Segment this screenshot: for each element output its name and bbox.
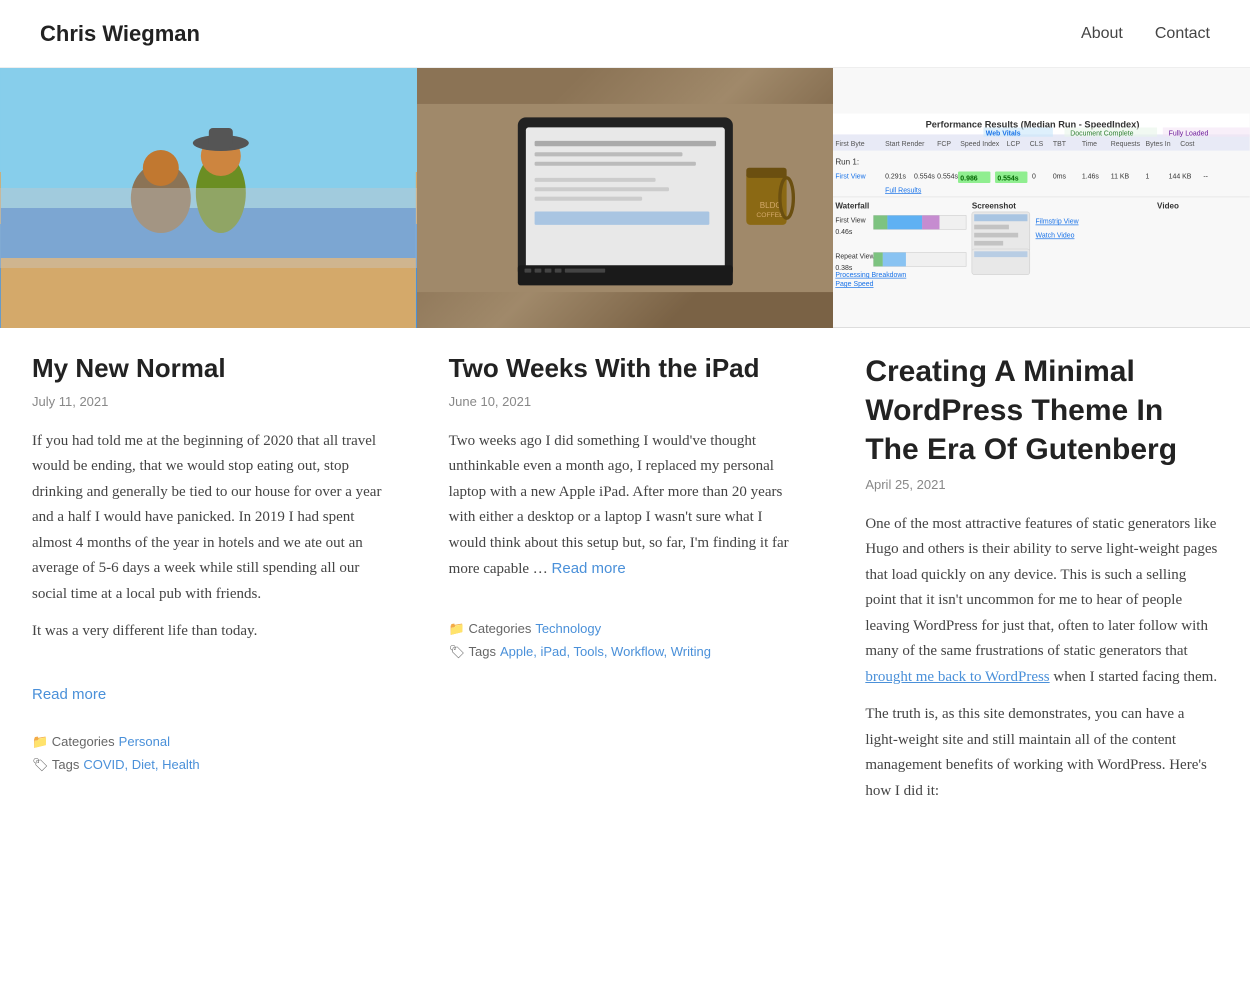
article-1-categories-value: Personal xyxy=(119,732,170,753)
article-image-perf: Performance Results (Median Run - SpeedI… xyxy=(833,68,1250,328)
svg-text:Watch Video: Watch Video xyxy=(1036,233,1075,240)
article-1-categories-label: 📁 Categories xyxy=(32,732,115,753)
svg-text:0.291s: 0.291s xyxy=(885,174,906,181)
svg-text:Fully Loaded: Fully Loaded xyxy=(1169,131,1209,138)
svg-text:11 KB: 11 KB xyxy=(1111,174,1130,181)
svg-text:Waterfall: Waterfall xyxy=(836,202,870,211)
article-2-categories-label: 📁 Categories xyxy=(449,619,532,640)
svg-text:Time: Time xyxy=(1082,141,1097,148)
article-2-excerpt: Two weeks ago I did something I would've… xyxy=(449,429,802,583)
article-2-title: Two Weeks With the iPad xyxy=(449,352,802,386)
article-my-new-normal: My New Normal July 11, 2021 If you had t… xyxy=(0,68,417,832)
svg-text:TBT: TBT xyxy=(1053,141,1067,148)
article-1-title: My New Normal xyxy=(32,352,385,386)
article-1-excerpt-1: If you had told me at the beginning of 2… xyxy=(32,429,385,608)
article-3-date: April 25, 2021 xyxy=(865,475,1218,496)
articles-grid: My New Normal July 11, 2021 If you had t… xyxy=(0,68,1250,832)
article-1-date: July 11, 2021 xyxy=(32,392,385,413)
svg-text:0ms: 0ms xyxy=(1053,174,1067,181)
svg-text:0.554s: 0.554s xyxy=(914,174,935,181)
article-2-categories-value: Technology xyxy=(535,619,601,640)
svg-text:Filmstrip View: Filmstrip View xyxy=(1036,219,1080,226)
svg-text:COFFEE: COFFEE xyxy=(756,212,784,219)
svg-text:Video: Video xyxy=(1157,202,1179,211)
article-2-tags-label: 🏷 Tags xyxy=(449,642,496,663)
svg-text:Speed Index: Speed Index xyxy=(961,141,1000,148)
svg-text:Page Speed: Page Speed xyxy=(836,281,874,288)
article-wordpress-theme: Performance Results (Median Run - SpeedI… xyxy=(833,68,1250,832)
main-nav: About Contact xyxy=(1081,21,1210,47)
svg-text:LCP: LCP xyxy=(1007,141,1021,148)
article-2-tags-value: Apple, iPad, Tools, Workflow, Writing xyxy=(500,642,711,663)
svg-text:0.554s: 0.554s xyxy=(937,174,958,181)
article-2-categories-row: 📁 Categories Technology xyxy=(449,619,802,640)
svg-text:Processing Breakdown: Processing Breakdown xyxy=(836,272,907,279)
article-image-ipad: BLDG COFFEE xyxy=(417,68,834,328)
svg-text:144 KB: 144 KB xyxy=(1169,174,1192,181)
article-1-excerpt-2: It was a very different life than today. xyxy=(32,619,385,645)
svg-text:Full Results: Full Results xyxy=(885,187,922,194)
article-2-tags-row: 🏷 Tags Apple, iPad, Tools, Workflow, Wri… xyxy=(449,642,802,663)
svg-text:Requests: Requests xyxy=(1111,141,1141,148)
svg-text:First Byte: First Byte xyxy=(836,141,865,148)
svg-text:First View: First View xyxy=(836,174,867,181)
article-1-tags-row: 🏷 Tags COVID, Diet, Health xyxy=(32,755,385,776)
article-1-tags-label: 🏷 Tags xyxy=(32,755,79,776)
article-3-excerpt-3: The truth is, as this site demonstrates,… xyxy=(865,702,1218,804)
svg-text:--: -- xyxy=(1204,174,1209,181)
article-image-beach xyxy=(0,68,417,328)
article-3-title: Creating A Minimal WordPress Theme In Th… xyxy=(865,352,1218,469)
article-2-footer: 📁 Categories Technology 🏷 Tags Apple, iP… xyxy=(417,611,834,685)
article-3-inline-link[interactable]: brought me back to WordPress xyxy=(865,669,1049,685)
article-2-read-more[interactable]: Read more xyxy=(552,560,626,577)
article-3-body: Creating A Minimal WordPress Theme In Th… xyxy=(833,328,1250,832)
svg-text:Cost: Cost xyxy=(1181,141,1195,148)
svg-text:CLS: CLS xyxy=(1030,141,1044,148)
svg-text:Web Vitals: Web Vitals xyxy=(986,131,1021,138)
article-2-body: Two Weeks With the iPad June 10, 2021 Tw… xyxy=(417,328,834,611)
svg-text:Screenshot: Screenshot xyxy=(972,202,1016,211)
svg-text:0.554s: 0.554s xyxy=(998,176,1019,183)
article-1-footer: 📁 Categories Personal 🏷 Tags COVID, Diet… xyxy=(0,724,417,798)
svg-text:Start Render: Start Render xyxy=(885,141,925,148)
svg-text:Bytes In: Bytes In xyxy=(1146,141,1171,148)
article-1-read-more[interactable]: Read more xyxy=(32,686,106,703)
svg-text:Run 1:: Run 1: xyxy=(836,158,860,167)
svg-text:0.46s: 0.46s xyxy=(836,229,854,236)
svg-text:First View: First View xyxy=(836,218,867,225)
svg-text:FCP: FCP xyxy=(937,141,951,148)
svg-text:1: 1 xyxy=(1146,174,1150,181)
nav-contact[interactable]: Contact xyxy=(1155,21,1210,47)
svg-text:Document Complete: Document Complete xyxy=(1071,131,1134,138)
svg-text:0.986: 0.986 xyxy=(961,176,979,183)
svg-text:0: 0 xyxy=(1032,174,1036,181)
article-1-body: My New Normal July 11, 2021 If you had t… xyxy=(0,328,417,724)
article-1-tags-value: COVID, Diet, Health xyxy=(83,755,199,776)
article-2-date: June 10, 2021 xyxy=(449,392,802,413)
article-two-weeks-ipad: BLDG COFFEE Two Weeks With the iPad June… xyxy=(417,68,834,832)
site-title: Chris Wiegman xyxy=(40,16,200,51)
nav-about[interactable]: About xyxy=(1081,21,1123,47)
svg-text:1.46s: 1.46s xyxy=(1082,174,1100,181)
article-3-excerpt-1: One of the most attractive features of s… xyxy=(865,512,1218,691)
site-header: Chris Wiegman About Contact xyxy=(0,0,1250,68)
svg-text:Repeat View: Repeat View xyxy=(836,253,876,260)
article-1-categories-row: 📁 Categories Personal xyxy=(32,732,385,753)
